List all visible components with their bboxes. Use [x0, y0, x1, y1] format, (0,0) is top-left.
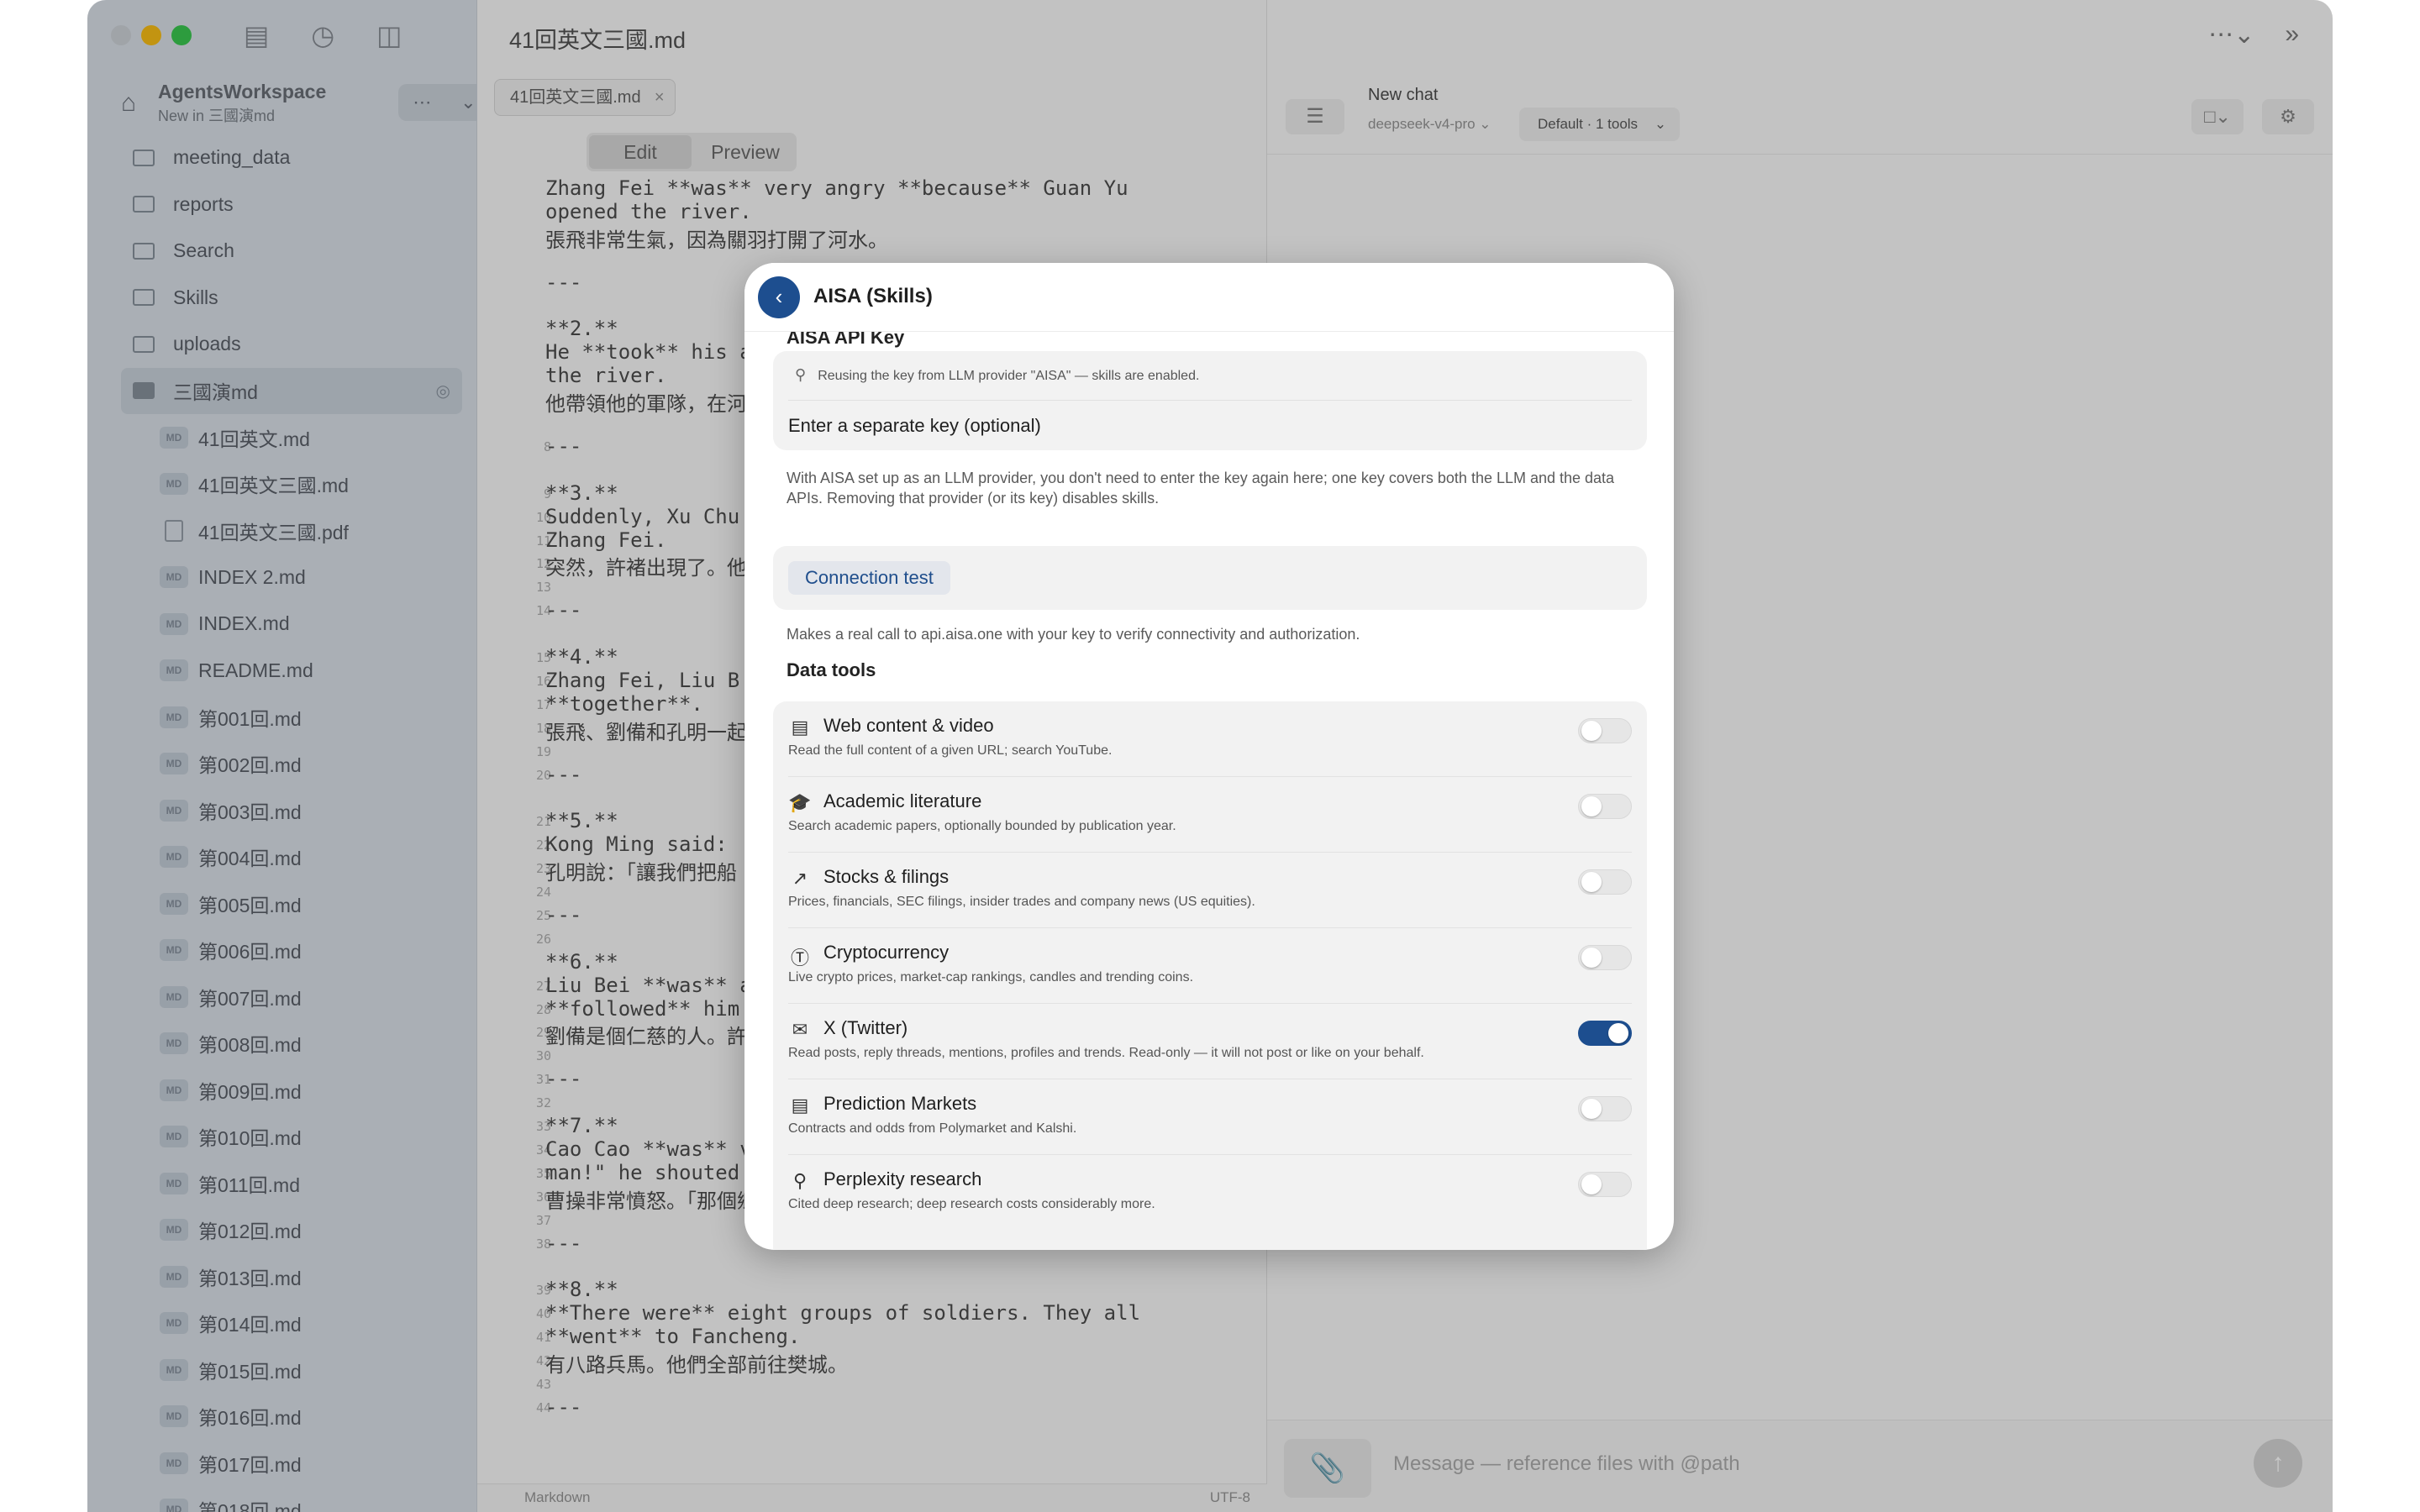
key-reuse-info: ⚲ Reusing the key from LLM provider "AISA… — [795, 366, 1199, 384]
tool-name: Prediction Markets — [823, 1093, 977, 1114]
chart-line-icon: ↗ — [792, 868, 808, 889]
connection-card: Connection test — [773, 546, 1647, 610]
separate-key-input[interactable]: Enter a separate key (optional) — [788, 415, 1041, 437]
magnifier-icon: ⚲ — [792, 1170, 808, 1191]
tool-name: Stocks & filings — [823, 866, 950, 887]
data-tools-list: ▤ Web content & video Read the full conten… — [773, 701, 1647, 1250]
tool-description: Search academic papers, optionally bound… — [788, 819, 1176, 833]
tool-description: Read posts, reply threads, mentions, pro… — [788, 1046, 1424, 1060]
api-key-label: AISA API Key — [786, 332, 905, 348]
chevron-left-icon: ‹ — [775, 284, 783, 309]
aisa-skills-dialog: ‹ AISA (Skills) AISA API Key ⚲ Reusing th… — [744, 263, 1674, 1250]
api-key-card: ⚲ Reusing the key from LLM provider "AISA… — [773, 351, 1647, 450]
tool-toggle[interactable] — [1578, 718, 1632, 743]
chat-bubbles-icon: ✉ — [792, 1019, 808, 1040]
dialog-body: AISA API Key ⚲ Reusing the key from LLM p… — [744, 332, 1674, 1250]
tool-description: Cited deep research; deep research costs… — [788, 1197, 1155, 1211]
connection-test-button[interactable]: Connection test — [788, 561, 950, 595]
tool-description: Prices, financials, SEC filings, insider… — [788, 895, 1255, 909]
tool-toggle[interactable] — [1578, 1021, 1632, 1046]
tool-description: Read the full content of a given URL; se… — [788, 743, 1113, 758]
data-tool-row: 🎓 Academic literature Search academic pape… — [773, 777, 1647, 853]
data-tools-label: Data tools — [786, 659, 876, 680]
data-tool-row: Ⓣ Cryptocurrency Live crypto prices, marke… — [773, 928, 1647, 1004]
web-icon: ▤ — [791, 717, 809, 738]
divider — [788, 400, 1632, 401]
data-tool-row: ↗ Stocks & filings Prices, financials, SEC… — [773, 853, 1647, 928]
tool-name: Academic literature — [823, 790, 982, 811]
connection-help: Makes a real call to api.aisa.one with y… — [786, 626, 1360, 643]
key-icon: ⚲ — [795, 366, 807, 383]
dialog-header: ‹ AISA (Skills) — [744, 263, 1674, 332]
back-button[interactable]: ‹ — [758, 276, 800, 318]
document-icon: ▤ — [791, 1095, 809, 1116]
tool-toggle[interactable] — [1578, 869, 1632, 895]
data-tool-row: ▤ Web content & video Read the full conten… — [773, 701, 1647, 777]
data-tool-row: ▤ Prediction Markets Contracts and odds fr… — [773, 1079, 1647, 1155]
tool-name: Perplexity research — [823, 1168, 982, 1189]
graduation-cap-icon: 🎓 — [788, 792, 812, 813]
tool-description: Live crypto prices, market-cap rankings,… — [788, 970, 1194, 984]
tool-toggle[interactable] — [1578, 945, 1632, 970]
tool-name: Cryptocurrency — [823, 942, 950, 963]
data-tool-row: ✉ X (Twitter) Read posts, reply threads, m… — [773, 1004, 1647, 1079]
dialog-title: AISA (Skills) — [813, 285, 933, 307]
tool-toggle[interactable] — [1578, 794, 1632, 819]
tool-toggle[interactable] — [1578, 1172, 1632, 1197]
coin-icon: Ⓣ — [790, 948, 809, 969]
tool-toggle[interactable] — [1578, 1096, 1632, 1121]
data-tool-row: ⚲ Perplexity research Cited deep research;… — [773, 1155, 1647, 1231]
tool-name: Web content & video — [823, 715, 994, 736]
api-key-help: With AISA set up as an LLM provider, you… — [786, 470, 1615, 507]
tool-name: X (Twitter) — [823, 1017, 908, 1038]
tool-description: Contracts and odds from Polymarket and K… — [788, 1121, 1077, 1136]
key-reuse-text: Reusing the key from LLM provider "AISA"… — [818, 369, 1200, 383]
